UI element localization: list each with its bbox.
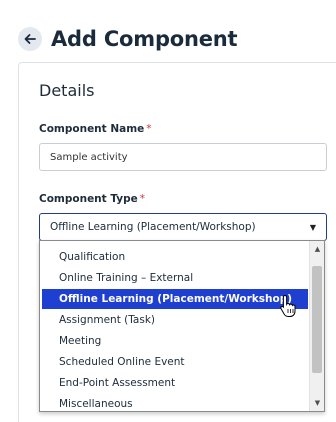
section-title: Details [39,81,95,100]
page-title: Add Component [51,27,238,51]
page-header: Add Component [18,22,238,56]
dropdown-option[interactable]: Assignment (Task) [42,310,308,330]
dropdown-option-highlighted[interactable]: Offline Learning (Placement/Workshop) [42,289,308,309]
dropdown-option[interactable]: End-Point Assessment [42,373,308,393]
hand-pointer-icon [280,294,296,317]
dropdown-option[interactable]: Qualification [42,247,308,267]
dropdown-option[interactable]: Scheduled Online Event [42,352,308,372]
arrow-left-icon [24,34,36,44]
component-type-label: Component Type * [39,193,145,205]
dropdown-scrollbar[interactable]: ▲ ▼ [309,241,324,411]
component-name-input[interactable]: Sample activity [39,143,327,171]
dropdown-option[interactable]: Meeting [42,331,308,351]
component-type-select[interactable]: Offline Learning (Placement/Workshop) ▼ [39,213,327,241]
required-marker: * [139,193,145,205]
scroll-down-icon[interactable]: ▼ [310,395,324,411]
component-name-label: Component Name * [39,123,152,135]
component-name-value: Sample activity [50,151,128,163]
triangle-down-icon: ▼ [309,222,316,232]
back-button[interactable] [18,27,42,51]
scrollbar-thumb[interactable] [312,266,322,373]
scroll-up-icon[interactable]: ▲ [310,241,324,257]
component-type-dropdown[interactable]: Qualification Online Training – External… [39,240,325,412]
dropdown-option[interactable]: Miscellaneous [42,394,308,411]
required-marker: * [146,123,152,135]
component-type-value: Offline Learning (Placement/Workshop) [50,221,256,233]
dropdown-option[interactable]: Online Training – External [42,268,308,288]
